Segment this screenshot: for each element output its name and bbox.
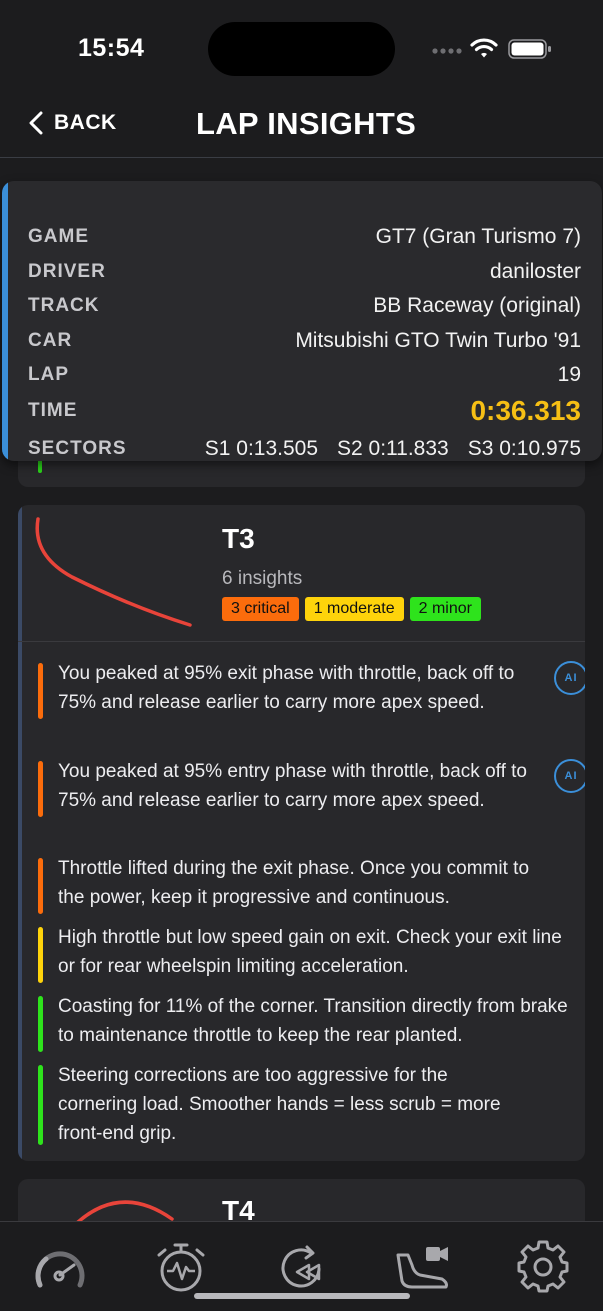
status-bar: 15:54 [0,0,603,100]
lap-time-value: 0:36.313 [470,395,581,426]
critical-tag: 3 critical [222,597,299,621]
insight-item: Steering corrections are too aggressive … [38,1061,558,1149]
info-row-sectors: SECTORS S1 0:13.505 S2 0:11.833 S3 0:10.… [28,437,581,461]
info-key: LAP [28,364,69,385]
insight-item: Coasting for 11% of the corner. Transiti… [38,992,568,1052]
severity-tags: 3 critical 1 moderate 2 minor [222,597,481,621]
info-row-driver: DRIVER daniloster [28,260,581,284]
info-value: 19 [557,363,581,386]
status-time: 15:54 [78,34,145,62]
info-row-track: TRACK BB Raceway (original) [28,294,581,318]
info-value: BB Raceway (original) [373,294,581,317]
back-button[interactable]: BACK [28,110,117,136]
stopwatch-icon[interactable] [153,1239,209,1295]
insight-item: High throttle but low speed gain on exit… [38,923,562,983]
wifi-icon [470,38,498,58]
insight-item: You peaked at 95% entry phase with throt… [38,757,585,845]
sector-2-time: S2 0:11.833 [337,437,449,460]
severity-bar-minor [38,996,43,1052]
speedometer-icon[interactable] [32,1239,88,1295]
insight-text: Steering corrections are too aggressive … [58,1065,501,1144]
gear-icon[interactable] [515,1239,571,1295]
info-key: SECTORS [28,438,127,459]
corner-shape-icon [76,1200,174,1221]
insight-text: You peaked at 95% exit phase with thrott… [58,663,515,713]
corner-title: T3 [222,523,255,554]
corner-title: T4 [222,1195,255,1221]
navigation-bar: BACK LAP INSIGHTS [0,100,603,158]
info-key: CAR [28,330,73,351]
info-row-time: TIME 0:36.313 [28,395,581,427]
ai-explain-button[interactable]: AI [554,661,585,695]
cellular-signal-icon [432,48,462,54]
severity-bar-critical [38,663,43,719]
card-accent [2,181,8,461]
car-camera-icon[interactable] [394,1239,450,1295]
insight-text: Coasting for 11% of the corner. Transiti… [58,996,568,1046]
corner-card-t3[interactable]: T3 6 insights 3 critical 1 moderate 2 mi… [18,505,585,1161]
info-row-lap: LAP 19 [28,363,581,387]
insight-text: High throttle but low speed gain on exit… [58,927,562,977]
severity-bar-moderate [38,927,43,983]
info-value: GT7 (Gran Turismo 7) [375,225,581,248]
corner-header[interactable]: T3 6 insights 3 critical 1 moderate 2 mi… [18,505,585,642]
info-key: TRACK [28,295,100,316]
insight-item: You peaked at 95% exit phase with thrott… [38,659,585,747]
info-row-car: CAR Mitsubishi GTO Twin Turbo '91 [28,329,581,353]
info-key: GAME [28,226,89,247]
dynamic-island [208,22,395,76]
insight-item: Throttle lifted during the exit phase. O… [38,854,558,914]
info-key: TIME [28,400,78,421]
battery-icon [508,39,551,59]
home-indicator [194,1293,410,1299]
moderate-tag: 1 moderate [304,597,404,621]
sector-3-time: S3 0:10.975 [467,437,581,460]
insight-text: Throttle lifted during the exit phase. O… [58,858,530,908]
lap-info-card: GAME GT7 (Gran Turismo 7) DRIVER danilos… [2,181,602,461]
corner-card-t4[interactable]: T4 [18,1179,585,1221]
insight-text: You peaked at 95% entry phase with throt… [58,761,527,811]
sector-times: S1 0:13.505 S2 0:11.833 S3 0:10.975 [205,437,581,461]
ai-explain-button[interactable]: AI [554,759,585,793]
severity-bar-minor [38,1065,43,1145]
insights-scroll-area[interactable]: GAME GT7 (Gran Turismo 7) DRIVER danilos… [0,159,603,1221]
info-value: Mitsubishi GTO Twin Turbo '91 [295,329,581,352]
page-title: LAP INSIGHTS [196,106,417,141]
corner-shape-icon [35,517,192,627]
minor-tag: 2 minor [409,597,481,621]
info-key: DRIVER [28,261,106,282]
replay-icon[interactable] [273,1239,329,1295]
back-label: BACK [54,111,117,134]
severity-bar-critical [38,858,43,914]
info-value: daniloster [489,260,581,283]
insight-count: 6 insights [222,568,303,589]
sector-1-time: S1 0:13.505 [204,437,319,460]
severity-bar-critical [38,761,43,817]
severity-bar-minor [38,459,42,473]
chevron-left-icon [29,111,43,135]
info-row-game: GAME GT7 (Gran Turismo 7) [28,225,581,249]
